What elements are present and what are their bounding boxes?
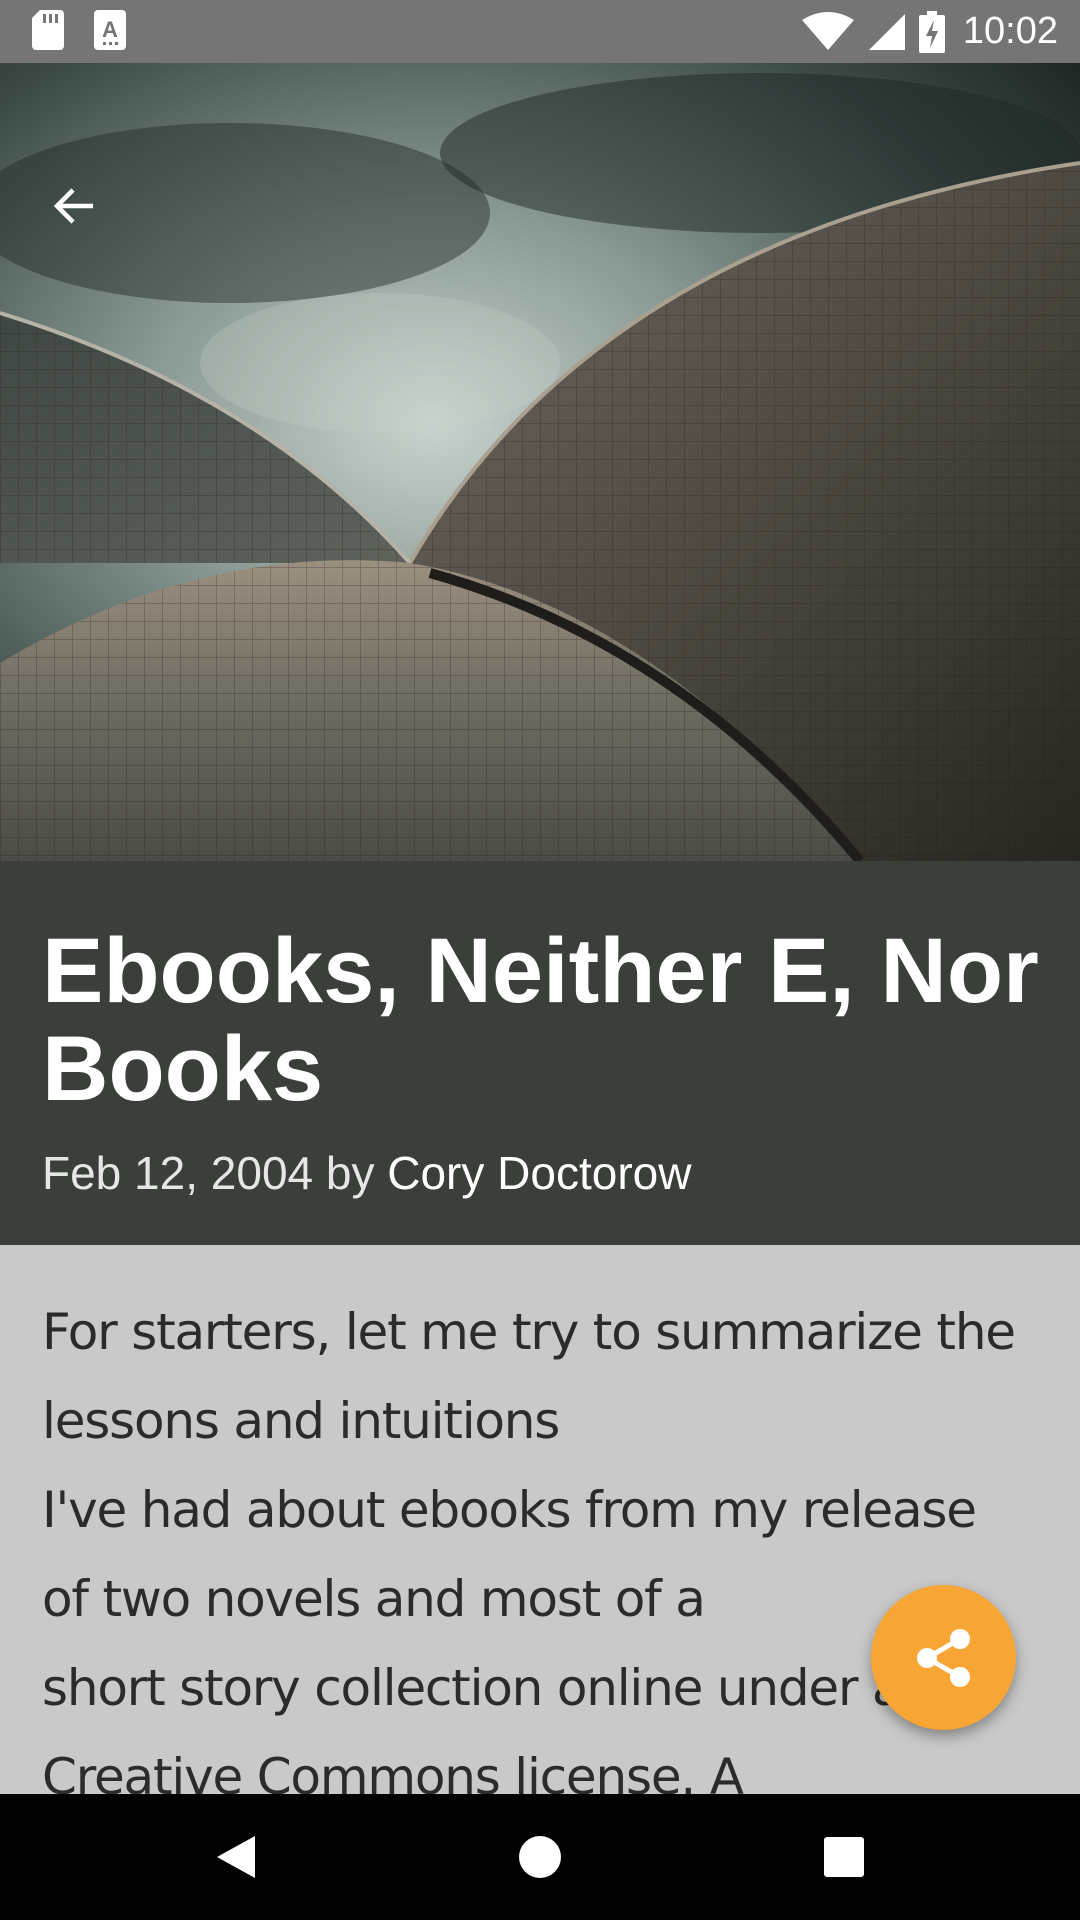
status-right-group: 10:02 <box>801 0 1058 63</box>
recents-square-icon <box>824 1837 864 1877</box>
nav-recents-button[interactable] <box>784 1794 904 1920</box>
body-line: I've had about ebooks from my release <box>42 1481 977 1539</box>
article-title: Ebooks, Neither E, Nor Books <box>42 920 1039 1120</box>
svg-text:A: A <box>102 17 118 42</box>
share-icon <box>916 1628 970 1687</box>
cell-signal-icon <box>868 13 905 50</box>
font-a-icon: A <box>94 10 126 50</box>
article-byline: Feb 12, 2004 by Cory Doctorow <box>42 1145 691 1201</box>
nav-home-button[interactable] <box>480 1794 600 1920</box>
home-circle-icon <box>519 1836 561 1878</box>
article-body: For starters, let me try to summarize th… <box>42 1288 1042 1822</box>
hero-image <box>0 63 1080 861</box>
article-date: Feb 12, 2004 by <box>42 1147 388 1199</box>
status-time: 10:02 <box>962 10 1058 52</box>
wifi-icon <box>801 11 854 50</box>
body-line: lessons and intuitions <box>42 1392 560 1450</box>
battery-charging-icon <box>918 10 945 53</box>
share-button[interactable] <box>871 1585 1016 1730</box>
system-nav-bar <box>0 1794 1080 1920</box>
sd-card-icon <box>32 10 64 50</box>
back-triangle-icon <box>217 1836 255 1878</box>
nav-back-button[interactable] <box>176 1794 296 1920</box>
back-button[interactable] <box>36 169 110 243</box>
body-line: For starters, let me try to summarize th… <box>42 1303 1016 1361</box>
status-bar: A 10:02 <box>0 0 1080 63</box>
opera-house-roof-image <box>0 63 1080 861</box>
article-author: Cory Doctorow <box>387 1147 692 1199</box>
arrow-back-icon <box>53 188 93 224</box>
